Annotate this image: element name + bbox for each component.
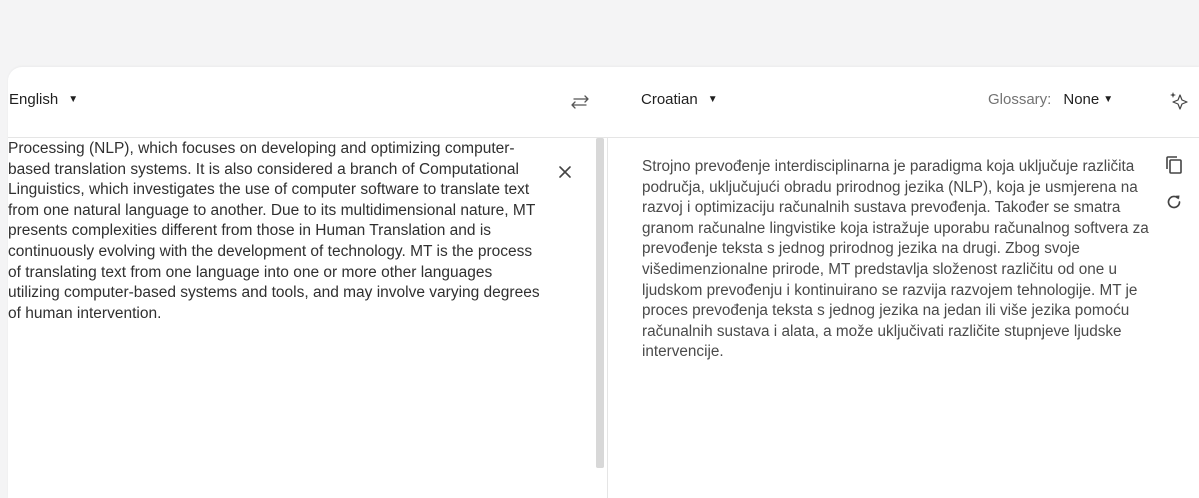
source-panel: Processing (NLP), which focuses on devel… [8,138,596,498]
chevron-down-icon: ▼ [707,94,718,105]
sparkle-icon[interactable] [1168,90,1190,112]
target-language-label: Croatian [641,91,698,108]
language-bar: English ▼ Croatian ▼ Glossary: None ▼ [8,67,1199,138]
glossary-select[interactable]: None ▼ [1063,91,1113,108]
glossary-value: None [1063,91,1100,108]
target-panel: Strojno prevođenje interdisciplinarna je… [608,138,1199,498]
scrollbar-thumb[interactable] [596,138,604,468]
glossary-label: Glossary: [988,91,1052,108]
source-language-label: English [9,91,59,108]
translated-text: Strojno prevođenje interdisciplinarna je… [642,158,1149,361]
source-text-input[interactable]: Processing (NLP), which focuses on devel… [8,139,543,324]
close-icon[interactable] [557,164,573,180]
chevron-down-icon: ▼ [1103,94,1114,105]
copy-icon[interactable] [1165,155,1183,175]
swap-languages-icon[interactable] [568,92,592,112]
source-language-select[interactable]: English ▼ [9,91,78,108]
glossary-control: Glossary: None ▼ [988,91,1113,108]
target-language-select[interactable]: Croatian ▼ [641,91,718,108]
refresh-icon[interactable] [1164,192,1184,212]
chevron-down-icon: ▼ [68,94,79,105]
translator-card: English ▼ Croatian ▼ Glossary: None ▼ Pr… [8,67,1199,498]
source-scrollbar[interactable] [596,138,604,468]
